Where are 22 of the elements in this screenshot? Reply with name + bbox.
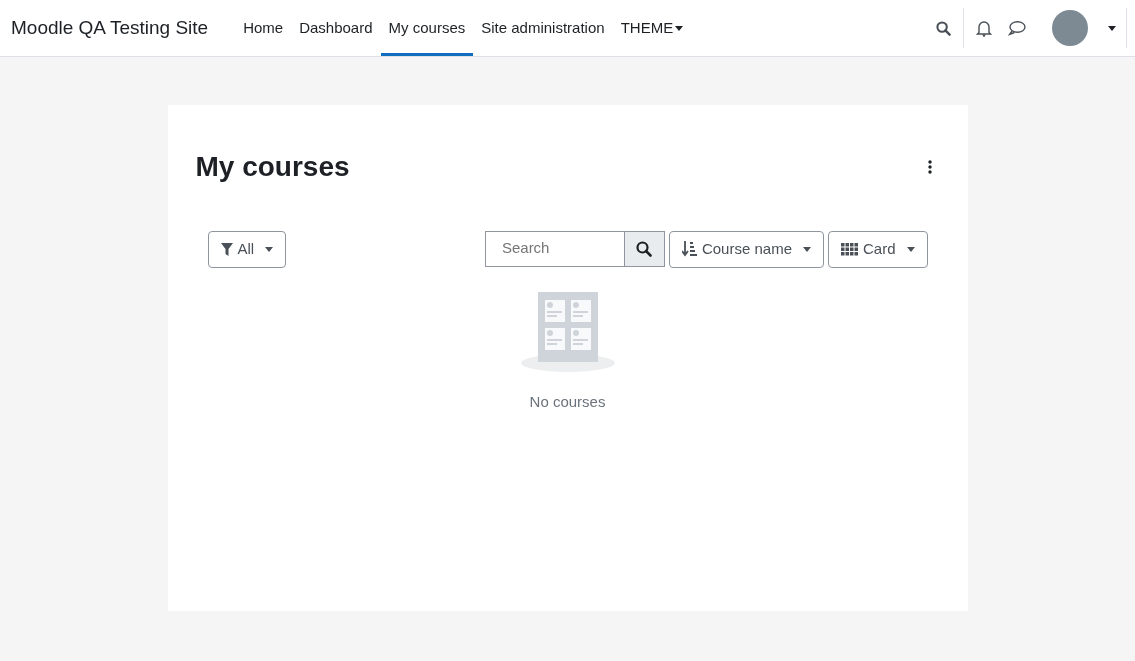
- caret-icon: [906, 246, 915, 252]
- nav-link[interactable]: Dashboard: [291, 0, 381, 56]
- empty-message: No courses: [529, 391, 606, 412]
- filter-icon: [220, 242, 233, 256]
- search-icon[interactable]: [624, 230, 665, 267]
- nav-link[interactable]: THEME: [612, 0, 692, 56]
- sort-dropdown[interactable]: Course name: [668, 230, 824, 268]
- caret-icon: [265, 246, 274, 252]
- site-name[interactable]: Moodle QA Testing Site: [11, 13, 209, 43]
- grid-icon: [841, 242, 858, 256]
- nav-link[interactable]: Site administration: [473, 0, 613, 56]
- caret-icon: [675, 25, 684, 31]
- search-field[interactable]: Search: [484, 230, 625, 267]
- nav-link[interactable]: My courses: [380, 0, 474, 56]
- avatar-photo-placeholder: [1052, 10, 1088, 46]
- view-dropdown[interactable]: Card: [828, 230, 928, 268]
- sort-icon: [681, 241, 697, 258]
- nav-link[interactable]: Home: [235, 0, 292, 56]
- page-title: My courses: [195, 150, 350, 184]
- filter-dropdown[interactable]: All: [207, 230, 287, 268]
- caret-icon: [1108, 25, 1116, 31]
- caret-icon: [803, 246, 811, 252]
